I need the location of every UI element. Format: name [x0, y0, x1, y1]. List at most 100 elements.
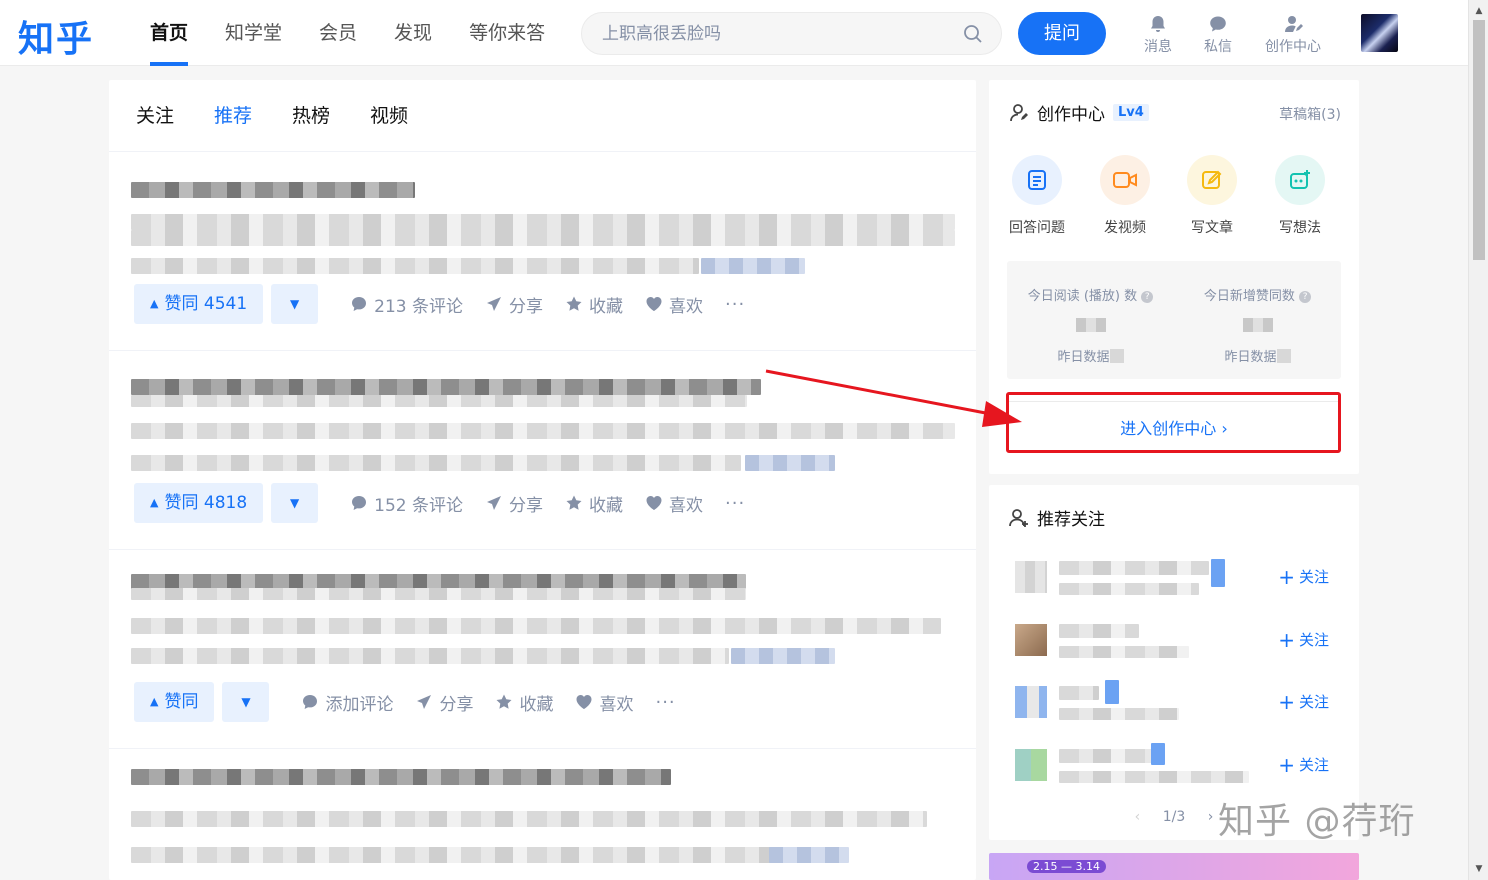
main-nav: 首页 知学堂 会员 发现 等你来答: [150, 0, 582, 66]
blurred-bio: [1059, 771, 1249, 783]
stats-panel: 今日阅读 (播放) 数 ? 昨日数据 今日新增赞同数 ? 昨日数据: [1007, 261, 1341, 379]
like-button[interactable]: 喜欢: [645, 491, 703, 516]
help-icon[interactable]: ?: [1299, 291, 1312, 303]
write-article-tool[interactable]: 写文章: [1177, 155, 1247, 237]
favorite-button[interactable]: 收藏: [565, 292, 623, 317]
nav-zhixuetang[interactable]: 知学堂: [225, 0, 282, 66]
heart-icon: [576, 695, 592, 709]
zhihu-logo[interactable]: 知乎: [18, 10, 94, 62]
drafts-link[interactable]: 草稿箱(3): [1279, 104, 1341, 124]
user-avatar[interactable]: [1015, 624, 1047, 656]
search-icon[interactable]: [963, 24, 983, 48]
feed-item[interactable]: [109, 749, 976, 880]
messages-button[interactable]: 消息: [1140, 14, 1176, 56]
promo-banner[interactable]: 2.15 — 3.14: [989, 853, 1359, 880]
nav-membership[interactable]: 会员: [319, 0, 357, 66]
blurred-badge: [1211, 559, 1225, 587]
prev-page-icon[interactable]: ‹: [1135, 809, 1141, 825]
today-upvotes-stat: 今日新增赞同数 ? 昨日数据: [1174, 285, 1341, 365]
upvote-triangle-icon: ▲: [150, 297, 159, 310]
blurred-excerpt: [131, 258, 699, 274]
next-page-icon[interactable]: ›: [1208, 809, 1214, 825]
like-button[interactable]: 喜欢: [575, 690, 633, 715]
nav-waiting-answers[interactable]: 等你来答: [469, 0, 545, 66]
blurred-badge: [1151, 743, 1165, 765]
highlight-box: [1006, 392, 1341, 453]
nav-home[interactable]: 首页: [150, 0, 189, 66]
follow-button[interactable]: + 关注: [1278, 690, 1329, 714]
search-box[interactable]: [581, 12, 1002, 55]
heart-icon: [646, 297, 662, 311]
read-more-link[interactable]: [701, 258, 805, 274]
top-header: 知乎 首页 知学堂 会员 发现 等你来答 提问 消息 私信 创作中心: [0, 0, 1468, 66]
more-options-button[interactable]: ···: [725, 493, 745, 514]
search-input[interactable]: [602, 22, 942, 46]
tab-following[interactable]: 关注: [136, 80, 174, 151]
upvote-count: 赞同 4541: [164, 294, 248, 314]
blurred-title: [131, 769, 671, 785]
comment-button[interactable]: 213 条评论: [350, 292, 463, 317]
downvote-button[interactable]: ▼: [271, 284, 319, 324]
downvote-button[interactable]: ▼: [222, 682, 270, 722]
scrollbar-thumb[interactable]: [1473, 20, 1485, 260]
write-idea-tool[interactable]: 写想法: [1265, 155, 1335, 237]
tab-recommended[interactable]: 推荐: [214, 80, 252, 151]
more-options-button[interactable]: ···: [655, 692, 675, 713]
upvote-button[interactable]: ▲ 赞同 4818: [134, 483, 264, 523]
tab-hot-list[interactable]: 热榜: [292, 80, 330, 151]
video-icon: [1100, 155, 1150, 205]
recommend-user-row[interactable]: + 关注: [1001, 618, 1347, 674]
item-actions: ▲ 赞同 4541 ▼ 213 条评论 分享 收藏 喜欢 ···: [134, 284, 745, 324]
favorite-button[interactable]: 收藏: [565, 491, 623, 516]
downvote-button[interactable]: ▼: [271, 483, 319, 523]
blurred-stat-value: [1242, 318, 1273, 332]
tab-video[interactable]: 视频: [370, 80, 408, 151]
blurred-bio: [1059, 646, 1189, 658]
feed-item[interactable]: ▲ 赞同 4541 ▼ 213 条评论 分享 收藏 喜欢 ···: [109, 152, 976, 351]
share-icon: [487, 496, 501, 510]
comment-button[interactable]: 添加评论: [301, 690, 393, 715]
help-icon[interactable]: ?: [1141, 291, 1154, 303]
answer-question-tool[interactable]: 回答问题: [1002, 155, 1072, 237]
blurred-title: [131, 395, 747, 407]
item-actions: ▲ 赞同 ▼ 添加评论 分享 收藏 喜欢 ···: [134, 682, 676, 722]
scroll-down-arrow-icon[interactable]: ▼: [1469, 860, 1488, 878]
share-icon: [417, 695, 432, 709]
user-avatar[interactable]: [1015, 749, 1047, 781]
upvote-button[interactable]: ▲ 赞同 4541: [134, 284, 264, 324]
item-actions: ▲ 赞同 4818 ▼ 152 条评论 分享 收藏 喜欢 ···: [134, 483, 745, 523]
feed-card: 关注 推荐 热榜 视频 ▲ 赞同 4541 ▼ 213 条评论 分享 收藏 喜欢 …: [109, 80, 976, 880]
post-video-tool[interactable]: 发视频: [1090, 155, 1160, 237]
recommend-user-row[interactable]: + 关注: [1001, 555, 1347, 611]
private-messages-button[interactable]: 私信: [1200, 14, 1236, 56]
share-button[interactable]: 分享: [415, 690, 473, 715]
add-user-icon: [1009, 508, 1028, 527]
blurred-excerpt: [131, 847, 771, 863]
favorite-button[interactable]: 收藏: [495, 690, 553, 715]
share-button[interactable]: 分享: [485, 491, 543, 516]
share-button[interactable]: 分享: [485, 292, 543, 317]
blurred-bio: [1059, 583, 1199, 595]
recommend-user-row[interactable]: + 关注: [1001, 743, 1347, 799]
read-more-link[interactable]: [769, 847, 849, 863]
follow-button[interactable]: + 关注: [1278, 628, 1329, 652]
read-more-link[interactable]: [731, 648, 835, 664]
creator-center-button[interactable]: 创作中心: [1262, 14, 1324, 56]
bell-icon: [1151, 16, 1165, 32]
more-options-button[interactable]: ···: [725, 294, 745, 315]
user-avatar[interactable]: [1015, 686, 1047, 718]
ask-question-button[interactable]: 提问: [1018, 12, 1106, 55]
nav-discover[interactable]: 发现: [394, 0, 432, 66]
user-avatar[interactable]: [1361, 14, 1398, 52]
feed-item[interactable]: ▲ 赞同 ▼ 添加评论 分享 收藏 喜欢 ···: [109, 550, 976, 749]
comment-button[interactable]: 152 条评论: [350, 491, 463, 516]
page-scrollbar[interactable]: ▲ ▼: [1468, 0, 1488, 880]
scroll-up-arrow-icon[interactable]: ▲: [1469, 2, 1488, 20]
user-avatar[interactable]: [1015, 561, 1047, 593]
like-button[interactable]: 喜欢: [645, 292, 703, 317]
upvote-button[interactable]: ▲ 赞同: [134, 682, 215, 722]
recommend-user-row[interactable]: + 关注: [1001, 680, 1347, 736]
read-more-link[interactable]: [745, 455, 835, 471]
follow-button[interactable]: + 关注: [1278, 753, 1329, 777]
follow-button[interactable]: + 关注: [1278, 565, 1329, 589]
